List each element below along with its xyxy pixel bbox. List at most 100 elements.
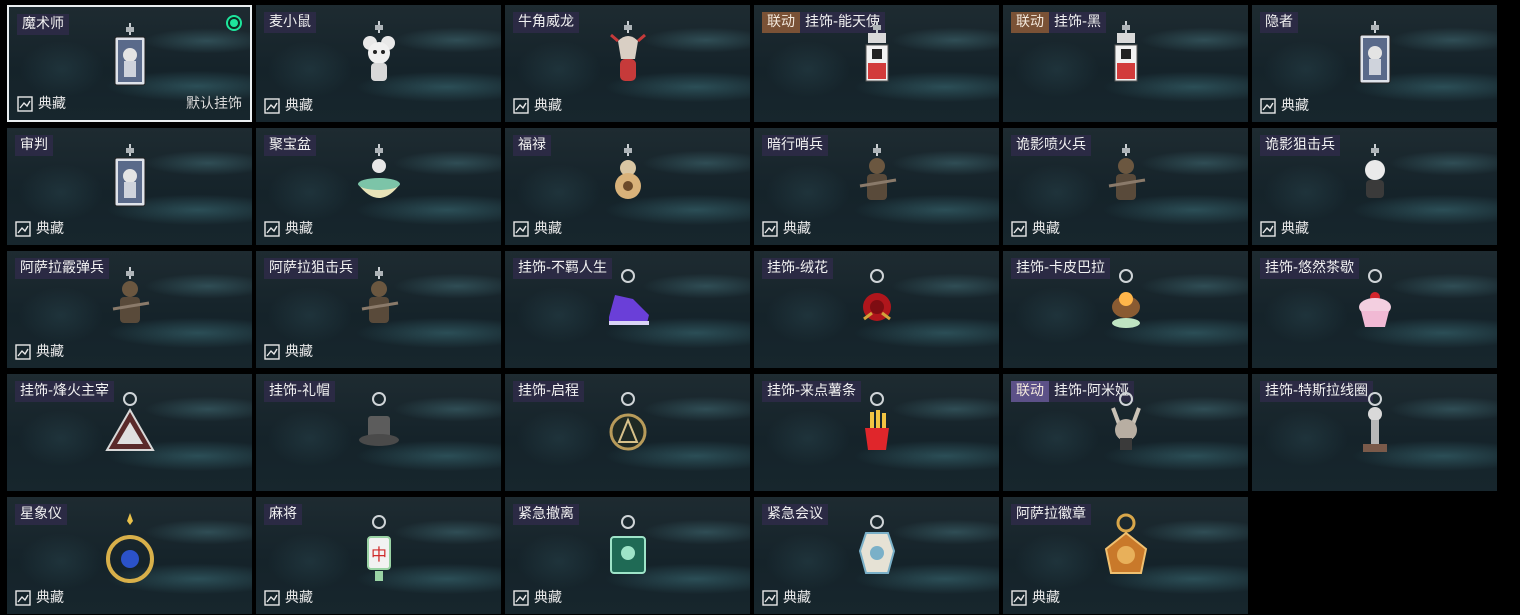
charm-name: 牛角威龙 [513, 12, 579, 33]
gourd-charm-icon [614, 144, 641, 199]
charm-tile[interactable]: 阿萨拉霰弹兵 典藏 [7, 251, 252, 368]
charm-tile[interactable]: 星象仪典藏 [7, 497, 252, 614]
collection-marker: 典藏 [264, 97, 313, 115]
collection-label: 典藏 [1032, 221, 1060, 237]
collection-icon [17, 96, 33, 112]
charm-name: 阿萨拉徽章 [1011, 504, 1091, 525]
collection-label: 典藏 [285, 221, 313, 237]
charm-tile[interactable]: 挂饰-特斯拉线圈 [1252, 374, 1497, 491]
charm-tile[interactable]: 牛角威龙 典藏 [505, 5, 750, 122]
collection-icon [264, 344, 280, 360]
tarot-card-charm-icon [1359, 21, 1390, 84]
charm-tile[interactable]: 诡影喷火兵典藏 [1003, 128, 1248, 245]
charm-tile[interactable]: 紧急撤离 典藏 [505, 497, 750, 614]
sneaker-charm-icon [608, 269, 649, 325]
charm-tile[interactable]: 挂饰-烽火主宰 [7, 374, 252, 491]
collection-icon [762, 221, 778, 237]
collection-label: 典藏 [534, 590, 562, 606]
charm-tile[interactable]: 聚宝盆典藏 [256, 128, 501, 245]
collection-marker: 典藏 [17, 95, 66, 113]
charm-tile[interactable]: 挂饰-悠然茶歇 [1252, 251, 1497, 368]
charm-grid: 魔术师 典藏 默认挂饰 麦小鼠 典藏 牛角威龙 典藏 联动 挂饰-能天使 联动 挂饰-黑 隐者 典藏 审判… [0, 0, 1520, 615]
charm-tile[interactable]: 联动 挂饰-黑 [1003, 5, 1248, 122]
svg-text:中: 中 [370, 545, 386, 564]
charm-title-tag: 挂饰-启程 [513, 381, 585, 402]
collection-label: 典藏 [285, 98, 313, 114]
collection-label: 典藏 [36, 344, 64, 360]
charm-title-tag: 福禄 [513, 135, 551, 156]
cupcake-charm-icon [1358, 269, 1391, 327]
charm-tile[interactable]: 魔术师典藏 默认挂饰 [7, 5, 252, 122]
soldier-figure-charm-icon [361, 267, 398, 323]
charm-title-tag: 魔术师 [17, 14, 69, 35]
collection-marker: 典藏 [1260, 97, 1309, 115]
charm-tile[interactable]: 挂饰-绒花 [754, 251, 999, 368]
charm-tile[interactable]: 阿萨拉徽章典藏 [1003, 497, 1248, 614]
charm-name: 隐者 [1260, 12, 1298, 33]
charm-name: 诡影狙击兵 [1260, 135, 1340, 156]
top-hat-charm-icon [358, 392, 399, 446]
collection-label: 典藏 [36, 590, 64, 606]
charm-title-tag: 牛角威龙 [513, 12, 579, 33]
charm-tile[interactable]: 隐者 典藏 [1252, 5, 1497, 122]
charm-tile[interactable]: 紧急会议 典藏 [754, 497, 999, 614]
collection-icon [15, 590, 31, 606]
charm-tile[interactable]: 联动 挂饰-阿米娅 [1003, 374, 1248, 491]
vase-charm-icon [858, 515, 895, 574]
collection-marker: 典藏 [762, 220, 811, 238]
charm-title-tag: 星象仪 [15, 504, 67, 525]
collection-icon [1260, 221, 1276, 237]
charm-name: 聚宝盆 [264, 135, 316, 156]
charm-tile[interactable]: 挂饰-礼帽 [256, 374, 501, 491]
collection-icon [264, 221, 280, 237]
collection-label: 典藏 [534, 221, 562, 237]
charm-tile[interactable]: 审判典藏 [7, 128, 252, 245]
charm-tile[interactable]: 诡影狙击兵 典藏 [1252, 128, 1497, 245]
collection-marker: 典藏 [513, 220, 562, 238]
charm-tile[interactable]: 挂饰-卡皮巴拉 [1003, 251, 1248, 368]
charm-name: 审判 [15, 135, 53, 156]
charm-tile[interactable]: 麦小鼠典藏 [256, 5, 501, 122]
fries-charm-icon [864, 392, 889, 450]
collection-icon [513, 590, 529, 606]
charm-name: 挂饰-绒花 [762, 258, 834, 279]
tarot-card-charm-icon [114, 144, 145, 207]
charm-title-tag: 审判 [15, 135, 53, 156]
charm-title-tag: 麻将 [264, 504, 302, 525]
charm-name: 挂饰-礼帽 [264, 381, 336, 402]
charm-name: 紧急撤离 [513, 504, 579, 525]
charm-tile[interactable]: 挂饰-来点薯条 [754, 374, 999, 491]
collection-label: 典藏 [783, 221, 811, 237]
collection-marker: 典藏 [15, 220, 64, 238]
selected-check-icon [226, 15, 242, 31]
default-charm-label: 默认挂饰 [186, 96, 242, 112]
collection-label: 典藏 [1032, 590, 1060, 606]
collection-marker: 典藏 [762, 589, 811, 607]
charm-tile[interactable]: 挂饰-启程 [505, 374, 750, 491]
charm-title-tag: 挂饰-绒花 [762, 258, 834, 279]
charm-title-tag: 阿萨拉徽章 [1011, 504, 1091, 525]
collection-label: 典藏 [36, 221, 64, 237]
green-sign-charm-icon [609, 515, 646, 574]
charm-tile[interactable]: 麻将中典藏 [256, 497, 501, 614]
charm-tile[interactable]: 暗行哨兵 典藏 [754, 128, 999, 245]
charm-name: 紧急会议 [762, 504, 828, 525]
soldier-figure-charm-icon [859, 144, 896, 200]
charm-name: 星象仪 [15, 504, 67, 525]
charm-tile[interactable]: 联动 挂饰-能天使 [754, 5, 999, 122]
charm-title-tag: 麦小鼠 [264, 12, 316, 33]
collection-marker: 典藏 [15, 589, 64, 607]
charm-title-tag: 诡影喷火兵 [1011, 135, 1091, 156]
charm-title-tag: 挂饰-礼帽 [264, 381, 336, 402]
charm-tile[interactable]: 阿萨拉狙击兵 典藏 [256, 251, 501, 368]
collab-badge: 联动 [762, 12, 800, 33]
collection-icon [15, 221, 31, 237]
charm-tile[interactable]: 挂饰-不羁人生 [505, 251, 750, 368]
charm-title-tag: 紧急撤离 [513, 504, 579, 525]
soldier-figure-charm-icon [1108, 144, 1145, 200]
collection-icon [1011, 590, 1027, 606]
collection-icon [513, 221, 529, 237]
charm-tile[interactable]: 福禄典藏 [505, 128, 750, 245]
charm-title-tag: 暗行哨兵 [762, 135, 828, 156]
charm-name: 挂饰-启程 [513, 381, 585, 402]
